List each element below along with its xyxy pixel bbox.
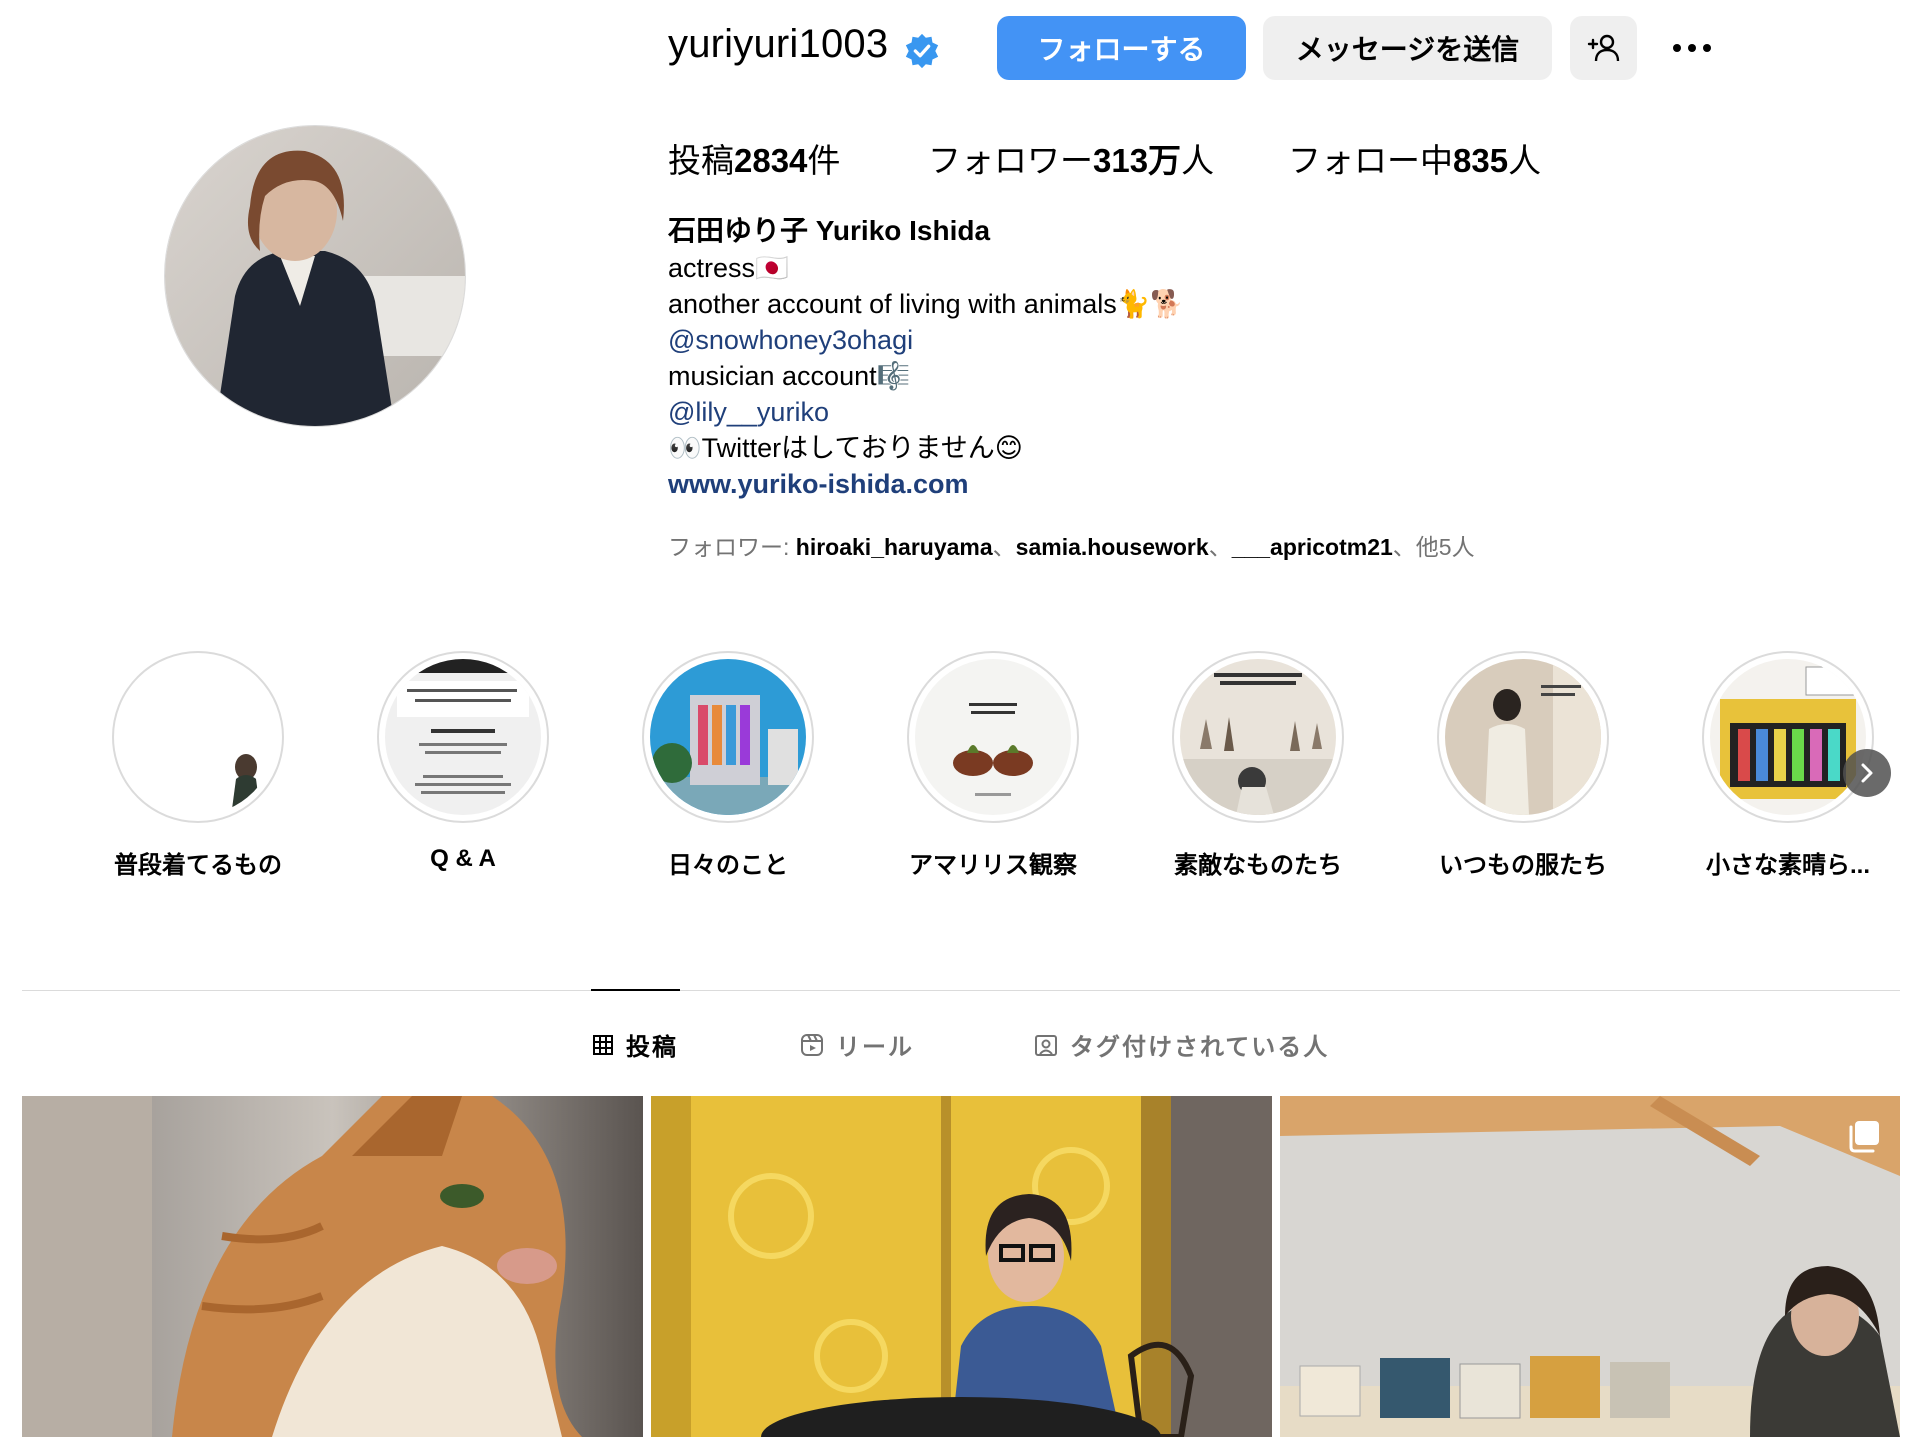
profile-full-name: 石田ゆり子 Yuriko Ishida xyxy=(668,215,991,246)
highlight-ring xyxy=(112,651,284,823)
posts-count-stat: 投稿2834件 xyxy=(668,134,840,182)
post-image xyxy=(22,1096,643,1437)
highlight-thumbnail xyxy=(650,659,806,815)
posts-prefix: 投稿 xyxy=(668,142,734,179)
bio-mention-link[interactable]: @snowhoney3ohagi xyxy=(668,322,1568,358)
highlight-thumbnail xyxy=(120,659,276,815)
tabs-divider xyxy=(22,990,1900,991)
suggested-users-button[interactable] xyxy=(1570,16,1637,80)
highlight-ring xyxy=(1702,651,1874,823)
bio-website-link[interactable]: www.yuriko-ishida.com xyxy=(668,466,1568,502)
active-tab-indicator xyxy=(591,989,680,991)
follower-name[interactable]: samia.housework xyxy=(1016,534,1209,560)
post-thumbnail[interactable] xyxy=(1280,1096,1900,1437)
followers-stat[interactable]: フォロワー313万人 xyxy=(928,134,1214,182)
highlight-item[interactable]: アマリリス観察 xyxy=(907,651,1079,879)
followers-suffix: 人 xyxy=(1181,142,1215,179)
tab-reels[interactable]: リール xyxy=(800,1027,914,1062)
bio-line-animals: another account of living with animals🐈🐕 xyxy=(668,289,1184,319)
more-options-icon[interactable] xyxy=(1665,30,1719,66)
bio-line-twitter: 👀Twitterはしておりません😊 xyxy=(668,433,1023,463)
highlight-item[interactable]: 素敵なものたち xyxy=(1172,651,1344,879)
bio-line-actress: actress🇯🇵 xyxy=(668,253,789,283)
posts-suffix: 件 xyxy=(807,142,841,179)
post-thumbnail[interactable] xyxy=(651,1096,1272,1437)
highlight-label: 小さな素晴ら... xyxy=(1705,852,1870,879)
highlight-item[interactable]: 普段着てるもの xyxy=(112,651,284,879)
highlight-label: 普段着てるもの xyxy=(114,852,282,879)
post-thumbnail[interactable] xyxy=(22,1096,643,1437)
followers-count: 313万 xyxy=(1093,142,1182,179)
highlight-ring xyxy=(907,651,1079,823)
profile-avatar[interactable] xyxy=(164,125,466,427)
profile-username: yuriyuri1003 xyxy=(668,22,889,66)
posts-count: 2834 xyxy=(734,142,808,179)
highlight-label: アマリリス観察 xyxy=(909,852,1077,879)
highlight-item[interactable]: Q & A xyxy=(377,651,549,872)
highlight-label: Q & A xyxy=(430,845,496,872)
bio-mention-link[interactable]: @lily__yuriko xyxy=(668,394,1568,430)
tagged-user-icon xyxy=(1035,1034,1057,1056)
bio-line-musician: musician account🎼 xyxy=(668,361,911,391)
followed-by[interactable]: フォロワー: hiroaki_haruyama、samia.housework、… xyxy=(668,528,1475,562)
follow-button[interactable]: フォローする xyxy=(997,16,1246,80)
highlight-ring xyxy=(1172,651,1344,823)
highlight-thumbnail xyxy=(1445,659,1601,815)
reels-icon xyxy=(801,1033,823,1056)
follower-name[interactable]: hiroaki_haruyama xyxy=(796,534,993,560)
highlight-ring xyxy=(1437,651,1609,823)
tab-reels-label: リール xyxy=(836,1034,914,1061)
highlight-item[interactable]: 小さな素晴ら... xyxy=(1702,651,1874,879)
add-user-icon xyxy=(1587,34,1619,62)
separator: 、 xyxy=(1208,534,1232,560)
highlight-label: 素敵なものたち xyxy=(1174,852,1342,879)
following-count: 835 xyxy=(1453,142,1509,179)
post-image xyxy=(1280,1096,1900,1437)
profile-bio: 石田ゆり子 Yuriko Ishida actress🇯🇵 another ac… xyxy=(668,212,1568,502)
chevron-right-icon xyxy=(1861,763,1873,783)
highlight-label: 日々のこと xyxy=(668,852,788,879)
highlight-item[interactable]: いつもの服たち xyxy=(1437,651,1609,879)
tab-posts-label: 投稿 xyxy=(626,1034,678,1061)
verified-badge-icon xyxy=(905,33,939,69)
followed-by-suffix: 、他5人 xyxy=(1392,534,1475,560)
highlight-item[interactable]: 日々のこと xyxy=(642,651,814,879)
followers-prefix: フォロワー xyxy=(928,142,1093,179)
tab-posts[interactable]: 投稿 xyxy=(592,1027,678,1062)
followed-by-prefix: フォロワー: xyxy=(668,534,796,560)
following-prefix: フォロー中 xyxy=(1288,142,1453,179)
following-stat[interactable]: フォロー中835人 xyxy=(1288,134,1541,182)
separator: 、 xyxy=(992,534,1016,560)
follower-name[interactable]: ___apricotm21 xyxy=(1232,534,1393,560)
carousel-icon xyxy=(1849,1121,1879,1153)
highlight-label: いつもの服たち xyxy=(1439,852,1607,879)
highlights-next-button[interactable] xyxy=(1843,749,1891,797)
highlight-ring xyxy=(642,651,814,823)
highlight-ring xyxy=(377,651,549,823)
grid-icon xyxy=(593,1034,613,1055)
send-message-button[interactable]: メッセージを送信 xyxy=(1263,16,1552,80)
highlight-thumbnail xyxy=(1710,659,1866,815)
highlight-thumbnail xyxy=(915,659,1071,815)
tab-tagged-label: タグ付けされている人 xyxy=(1070,1034,1330,1061)
post-image xyxy=(651,1096,1272,1437)
avatar-photo xyxy=(165,126,465,426)
highlight-thumbnail xyxy=(1180,659,1336,815)
following-suffix: 人 xyxy=(1508,142,1542,179)
highlight-thumbnail xyxy=(385,659,541,815)
tab-tagged[interactable]: タグ付けされている人 xyxy=(1034,1027,1329,1062)
